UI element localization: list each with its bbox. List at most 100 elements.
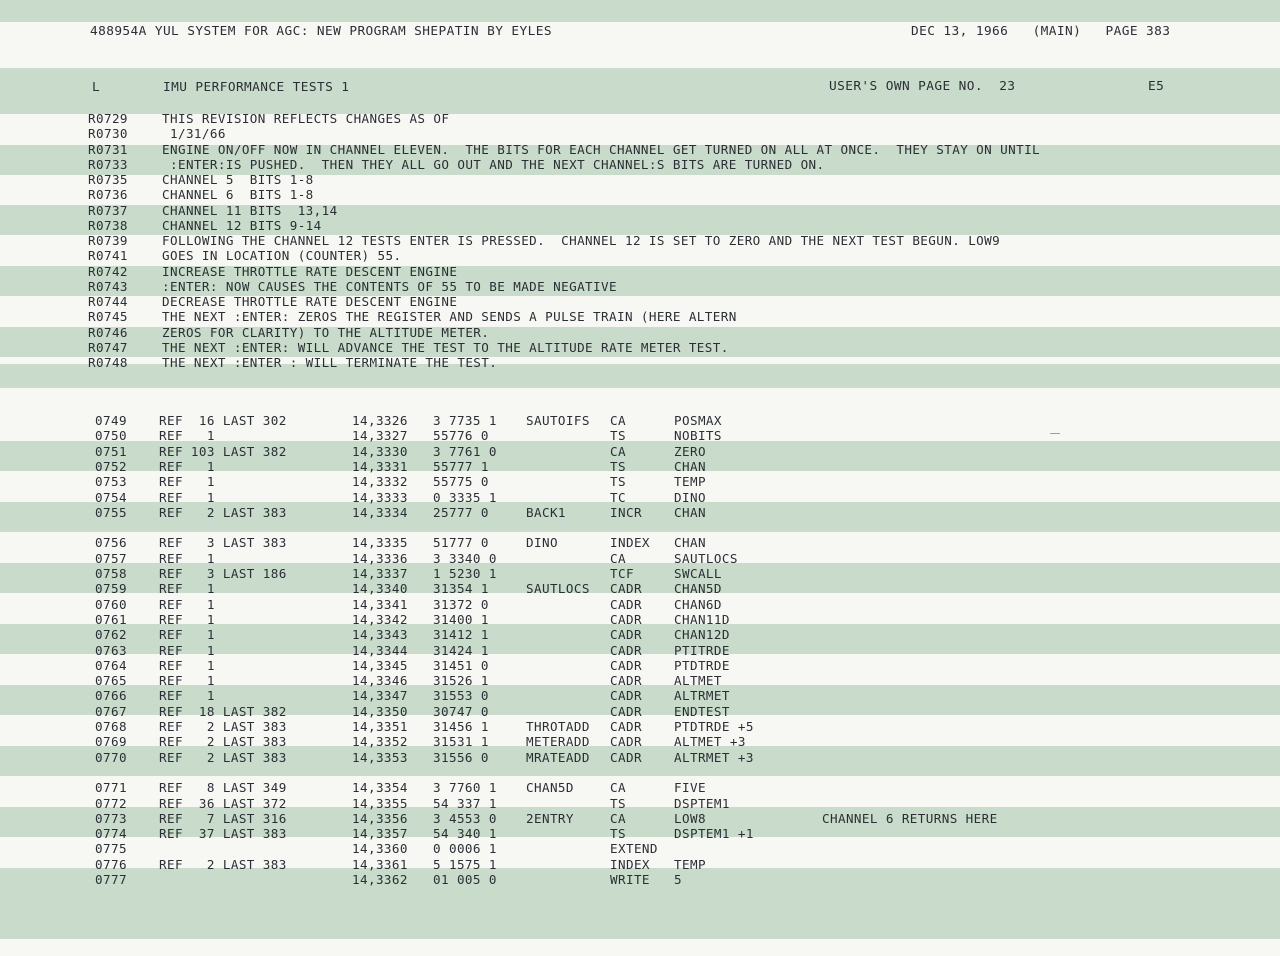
address: 14,3342 [352, 611, 408, 627]
line-number: 0768 [95, 719, 127, 734]
address: 14,3353 [352, 749, 408, 765]
address: 14,3332 [352, 474, 408, 490]
line-number: 0774 [95, 826, 127, 842]
operand: CHAN [674, 504, 706, 520]
opcode: CADR [610, 719, 642, 734]
octal-word: 55777 1 [433, 458, 489, 474]
revision-number: R0731 [88, 141, 128, 157]
revision-number: R0738 [88, 217, 128, 233]
ref-info: REF 18 LAST 382 [159, 703, 287, 719]
date-page: DEC 13, 1966 (MAIN) PAGE 383 [911, 24, 1171, 39]
address: 14,3326 [352, 413, 408, 428]
revision-text: :ENTER: NOW CAUSES THE CONTENTS OF 55 TO… [162, 278, 617, 294]
address: 14,3345 [352, 657, 408, 673]
revision-number: R0742 [88, 263, 128, 279]
revision-text: 1/31/66 [162, 126, 226, 142]
revision-number: R0743 [88, 278, 128, 294]
revision-number: R0733 [88, 156, 128, 172]
symbol-label: SAUTOIFS [526, 413, 590, 428]
user-page-number: USER'S OWN PAGE NO. 23 [829, 79, 1016, 94]
ref-info: REF 1 [159, 474, 215, 490]
line-number: 0777 [95, 872, 127, 887]
line-number: 0753 [95, 474, 127, 490]
comment: CHANNEL 6 RETURNS HERE [822, 810, 998, 826]
revision-text: GOES IN LOCATION (COUNTER) 55. [162, 248, 402, 264]
opcode: CA [610, 413, 626, 428]
revision-text: INCREASE THROTTLE RATE DESCENT ENGINE [162, 263, 458, 279]
section-title: IMU PERFORMANCE TESTS 1 [163, 80, 350, 95]
ref-info: REF 36 LAST 372 [159, 795, 287, 811]
octal-word: 3 7760 1 [433, 780, 497, 796]
address: 14,3346 [352, 673, 408, 689]
operand: PTDTRDE [674, 657, 730, 673]
octal-word: 01 005 0 [433, 872, 497, 887]
line-number: 0759 [95, 581, 127, 597]
symbol-label: MRATEADD [526, 749, 590, 765]
operand: 5 [674, 872, 682, 887]
address: 14,3337 [352, 566, 408, 581]
operand: ZERO [674, 443, 706, 459]
ref-info: REF 16 LAST 302 [159, 413, 287, 428]
symbol-label: 2ENTRY [526, 810, 574, 826]
operand: TEMP [674, 856, 706, 872]
address: 14,3357 [352, 826, 408, 842]
operand: TEMP [674, 474, 706, 490]
opcode: CADR [610, 611, 642, 627]
opcode: CADR [610, 749, 642, 765]
operand: SWCALL [674, 566, 722, 581]
operand: DSPTEM1 [674, 795, 730, 811]
ref-info: REF 2 LAST 383 [159, 734, 287, 750]
ref-info: REF 2 LAST 383 [159, 719, 287, 734]
octal-word: 51777 0 [433, 535, 489, 551]
revision-text: :ENTER:IS PUSHED. THEN THEY ALL GO OUT A… [162, 156, 825, 172]
ref-info: REF 1 [159, 611, 215, 627]
address: 14,3330 [352, 443, 408, 459]
section-code: L [92, 80, 101, 95]
opcode: TS [610, 826, 626, 842]
line-number: 0756 [95, 535, 127, 551]
revision-number: R0739 [88, 233, 128, 248]
address: 14,3355 [352, 795, 408, 811]
octal-word: 55776 0 [433, 428, 489, 444]
ref-info: REF 2 LAST 383 [159, 504, 287, 520]
line-number: 0754 [95, 489, 127, 505]
line-number: 0762 [95, 627, 127, 643]
revision-text: ENGINE ON/OFF NOW IN CHANNEL ELEVEN. THE… [162, 141, 1041, 157]
operand: CHAN6D [674, 596, 722, 612]
opcode: TS [610, 458, 626, 474]
address: 14,3361 [352, 856, 408, 872]
line-number: 0750 [95, 428, 127, 444]
address: 14,3336 [352, 550, 408, 566]
symbol-label: THROTADD [526, 719, 590, 734]
symbol-label: METERADD [526, 734, 590, 750]
octal-word: 31526 1 [433, 673, 489, 689]
revision-number: R0735 [88, 172, 128, 187]
octal-word: 0 0006 1 [433, 841, 497, 857]
operand: NOBITS [674, 428, 722, 444]
opcode: TS [610, 428, 626, 444]
line-number: 0760 [95, 596, 127, 612]
line-number: 0771 [95, 780, 127, 796]
ref-info: REF 37 LAST 383 [159, 826, 287, 842]
revision-number: R0747 [88, 339, 128, 355]
line-number: 0749 [95, 413, 127, 428]
paper-band [0, 893, 1280, 939]
opcode: EXTEND [610, 841, 658, 857]
ref-info: REF 1 [159, 489, 215, 505]
octal-word: 31556 0 [433, 749, 489, 765]
ref-info: REF 1 [159, 627, 215, 643]
revision-text: THE NEXT :ENTER: WILL ADVANCE THE TEST T… [162, 339, 729, 355]
ref-info: REF 1 [159, 458, 215, 474]
octal-word: 31456 1 [433, 719, 489, 734]
octal-word: 55775 0 [433, 474, 489, 490]
line-number: 0773 [95, 810, 127, 826]
operand: POSMAX [674, 413, 722, 428]
octal-word: 54 337 1 [433, 795, 497, 811]
opcode: CA [610, 550, 626, 566]
line-number: 0761 [95, 611, 127, 627]
symbol-label: BACK1 [526, 504, 566, 520]
divider-mark [1050, 433, 1060, 434]
opcode: CADR [610, 627, 642, 643]
ref-info: REF 1 [159, 657, 215, 673]
operand: CHAN [674, 458, 706, 474]
